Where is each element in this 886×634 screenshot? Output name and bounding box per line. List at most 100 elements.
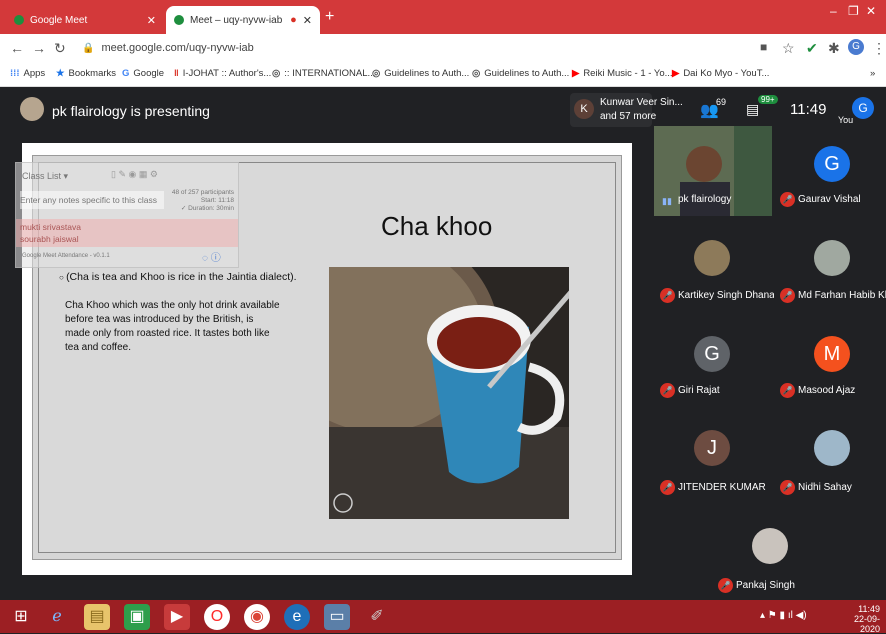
taskbar-clock[interactable]: 11:49 22-09-2020	[842, 604, 880, 634]
close-window-icon[interactable]: ✕	[866, 4, 876, 18]
bookmarks-overflow[interactable]: »	[870, 68, 875, 79]
edge-icon[interactable]: e	[284, 604, 310, 630]
help-icon[interactable]: ◌ ⓘ	[202, 249, 221, 264]
back-icon[interactable]: ←	[10, 40, 24, 56]
taskbar-date: 22-09-2020	[853, 614, 880, 634]
file-explorer-icon[interactable]: ▤	[84, 604, 110, 630]
audio-level-icon: ▮▮	[662, 196, 672, 206]
windows-taskbar: ⊞ ℯ ▤ ▣ ▶ O ◉ e ▭ ✐ ▴ ⚑ ▮ ıl ◀) 11:49 22…	[0, 600, 886, 634]
bookmark-guidelines-2[interactable]: ◎ Guidelines to Auth...	[472, 68, 569, 79]
participant-tile-nidhi-sahay[interactable]: 🎤 Nidhi Sahay	[774, 408, 886, 500]
participant-tile-masood-ajaz[interactable]: M 🎤 Masood Ajaz	[774, 312, 886, 404]
extensions-icon[interactable]: ✱	[828, 40, 840, 57]
globe-icon: ◎	[372, 68, 381, 79]
slide-paragraph: Cha Khoo which was the only hot drink av…	[65, 300, 280, 353]
globe-icon: ◎	[272, 68, 281, 79]
participant-tile-giri-rajat[interactable]: G 🎤 Giri Rajat	[654, 312, 772, 404]
media-icon[interactable]: ▶	[164, 604, 190, 630]
bookmark-bookmarks[interactable]: ★ Bookmarks	[56, 68, 116, 79]
overlay-toolbar-icons[interactable]: ▯ ✎ ◉ ▦ ⚙	[111, 169, 158, 180]
participant-photo-avatar	[814, 430, 850, 466]
participant-tile-jitender-kumar[interactable]: J 🎤 JITENDER KUMAR	[654, 408, 772, 500]
bookmark-international[interactable]: ◎:: INTERNATIONAL...	[272, 68, 375, 79]
bookmark-reiki-music[interactable]: ▶ Reiki Music - 1 - Yo...	[572, 68, 673, 79]
participant-name: Md Farhan Habib Kh...	[798, 290, 886, 301]
menu-icon[interactable]: ⋮	[872, 40, 886, 57]
participant-tile-pankaj-singh[interactable]: 🎤 Pankaj Singh	[712, 506, 830, 598]
tab-close-icon[interactable]: ✕	[303, 14, 312, 27]
class-list-dropdown[interactable]: Class List ▾	[22, 171, 68, 182]
participant-preview-name: Kunwar Veer Sin...	[600, 97, 683, 108]
windows-start-icon[interactable]: ⊞	[8, 604, 34, 630]
participant-name: Pankaj Singh	[736, 580, 795, 591]
lock-icon: 🔒	[82, 43, 95, 54]
youtube-icon: ▶	[672, 68, 680, 79]
participant-avatar: M	[814, 336, 850, 372]
participant-tile-gaurav-vishal[interactable]: G 🎤 Gaurav Vishal	[774, 126, 886, 216]
muted-mic-icon: 🎤	[780, 480, 795, 495]
notes-input[interactable]: Enter any notes specific to this class	[20, 191, 164, 209]
new-tab-button[interactable]: +	[325, 8, 334, 26]
participant-name: Nidhi Sahay	[798, 482, 852, 493]
attendance-stats: 48 of 257 participants Start: 11:18 ✓ Du…	[171, 189, 234, 212]
participant-tile-md-farhan[interactable]: 🎤 Md Farhan Habib Kh...	[774, 218, 886, 310]
star-icon: ★	[56, 68, 65, 79]
profile-avatar[interactable]: G	[848, 39, 864, 55]
participant-photo-avatar	[814, 240, 850, 276]
overlay-footer: Google Meet Attendance - v0.1.1	[22, 253, 110, 259]
bookmark-dai-ko-myo[interactable]: ▶ Dai Ko Myo - YouT...	[672, 68, 769, 79]
participants-preview[interactable]: K Kunwar Veer Sin... and 57 more	[570, 93, 683, 127]
self-avatar[interactable]: G	[852, 97, 874, 119]
bookmark-google[interactable]: G Google	[122, 68, 164, 79]
presenter-avatar	[20, 97, 44, 121]
chat-badge: 99+	[758, 95, 778, 104]
participant-name: Masood Ajaz	[798, 385, 856, 396]
apps-grid-icon: ⁞⁞⁞	[10, 68, 20, 79]
participant-avatar: J	[694, 430, 730, 466]
tab-close-icon[interactable]: ✕	[147, 14, 156, 27]
muted-mic-icon: 🎤	[660, 480, 675, 495]
browser-tab-strip: Google Meet ✕ Meet – uqy-nyvw-iab ● ✕ + …	[0, 0, 886, 34]
muted-mic-icon: 🎤	[660, 288, 675, 303]
muted-mic-icon: 🎤	[660, 383, 675, 398]
self-label: You	[838, 115, 854, 125]
tea-cup-photo	[329, 267, 569, 519]
globe-icon: ◎	[472, 68, 481, 79]
meet-favicon-icon	[174, 15, 184, 25]
bookmark-star-icon[interactable]: ☆	[782, 40, 795, 57]
attendance-overlay: Class List ▾ ▯ ✎ ◉ ▦ ⚙ Enter any notes s…	[15, 162, 239, 268]
google-icon: G	[122, 68, 130, 79]
paint-icon[interactable]: ✐	[364, 604, 390, 630]
chat-icon[interactable]: ▤	[746, 101, 759, 118]
address-bar[interactable]: 🔒 meet.google.com/uqy-nyvw-iab	[78, 38, 808, 58]
slide-title: Cha khoo	[381, 211, 493, 241]
slide-bullet: ○ (Cha is tea and Khoo is rice in the Ja…	[59, 271, 297, 283]
bookmark-apps[interactable]: ⁞⁞⁞ Apps	[10, 68, 45, 79]
opera-icon[interactable]: O	[204, 604, 230, 630]
picture-viewer-icon[interactable]: ▭	[324, 604, 350, 630]
participant-tile-pk-flairology[interactable]: pk flairology ▮▮	[654, 126, 772, 216]
store-icon[interactable]: ▣	[124, 604, 150, 630]
internet-explorer-icon[interactable]: ℯ	[44, 604, 70, 630]
tab-title: Google Meet	[30, 14, 88, 26]
participant-tile-kartikey[interactable]: 🎤 Kartikey Singh Dhanai	[654, 218, 777, 310]
extension-check-icon[interactable]: ✔	[806, 40, 818, 57]
bookmark-ijohat[interactable]: ‖ I-JOHAT :: Author's...	[174, 68, 271, 79]
maximize-icon[interactable]: ❐	[848, 4, 859, 18]
chrome-icon[interactable]: ◉	[244, 604, 270, 630]
tray-icons[interactable]: ▴ ⚑ ▮ ıl ◀)	[760, 610, 807, 621]
meet-clock: 11:49	[790, 101, 827, 118]
bullet-icon: ○	[59, 273, 67, 282]
minimize-icon[interactable]: –	[830, 4, 837, 18]
participant-preview-more: and 57 more	[600, 111, 657, 122]
toolbar: ← → ↻ 🔒 meet.google.com/uqy-nyvw-iab ■ ☆…	[0, 34, 886, 62]
participant-avatar: G	[814, 146, 850, 182]
bookmark-guidelines-1[interactable]: ◎ Guidelines to Auth...	[372, 68, 469, 79]
reload-icon[interactable]: ↻	[54, 40, 66, 57]
tab-meet-active[interactable]: Meet – uqy-nyvw-iab ● ✕	[166, 6, 320, 34]
tab-google-meet[interactable]: Google Meet ✕	[6, 6, 164, 34]
camera-indicator-icon[interactable]: ■	[760, 40, 767, 54]
recording-dot-icon: ●	[290, 14, 297, 26]
forward-icon[interactable]: →	[32, 40, 46, 56]
muted-mic-icon: 🎤	[780, 383, 795, 398]
